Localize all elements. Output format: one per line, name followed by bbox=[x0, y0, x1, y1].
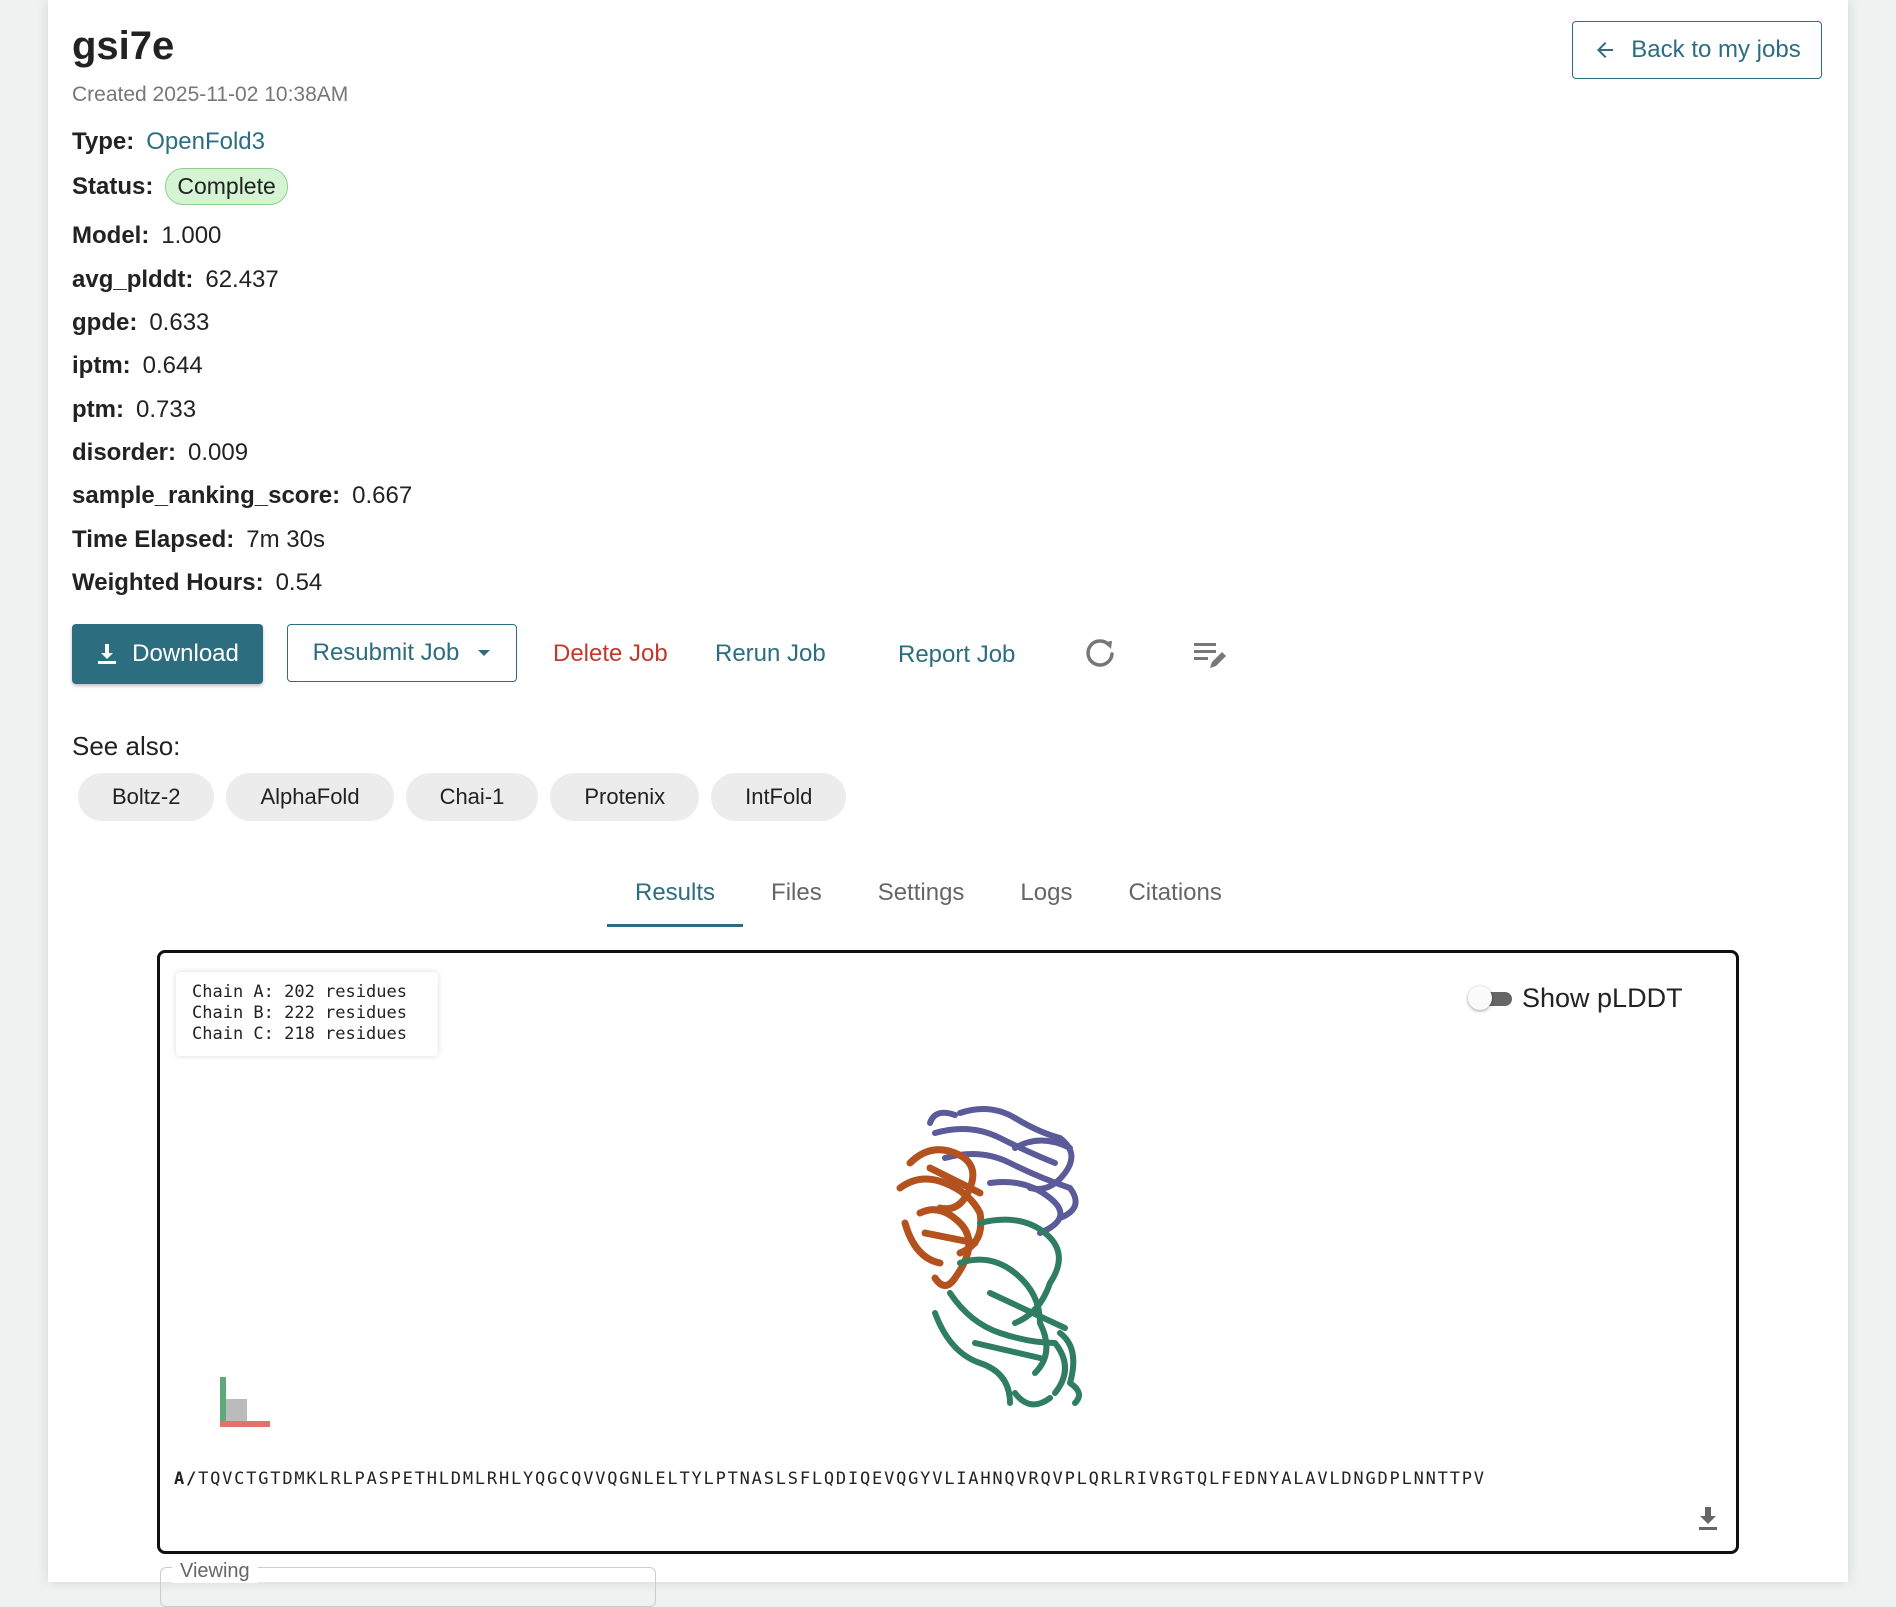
chain-info-box: Chain A: 202 residues Chain B: 222 resid… bbox=[176, 972, 438, 1056]
edit-notes-icon bbox=[1194, 643, 1226, 668]
tab-logs[interactable]: Logs bbox=[992, 862, 1100, 924]
viewing-label: Viewing bbox=[172, 1560, 258, 1583]
page-title: gsi7e bbox=[72, 24, 175, 68]
results-tabs: Results Files Settings Logs Citations bbox=[607, 862, 1250, 927]
ptm-field: ptm: 0.733 bbox=[72, 396, 196, 424]
protein-structure-render[interactable] bbox=[840, 1093, 1140, 1423]
gpde-label: gpde: bbox=[72, 309, 138, 336]
tab-files[interactable]: Files bbox=[743, 862, 850, 924]
gpde-field: gpde: 0.633 bbox=[72, 309, 209, 337]
chain-c-info: Chain C: 218 residues bbox=[192, 1024, 407, 1044]
sequence-residues[interactable]: TQVCTGTDMKLRLPASPETHLDMLRHLYQGCQVVQGNLEL… bbox=[198, 1469, 1486, 1489]
show-plddt-label: Show pLDDT bbox=[1522, 983, 1683, 1013]
disorder-label: disorder: bbox=[72, 439, 177, 466]
time-elapsed-field: Time Elapsed: 7m 30s bbox=[72, 526, 325, 554]
action-bar: Download Resubmit Job Delete Job Rerun J… bbox=[72, 624, 1272, 684]
sequence-download-icon[interactable] bbox=[1696, 1505, 1720, 1531]
structure-viewer[interactable]: Chain A: 202 residues Chain B: 222 resid… bbox=[157, 950, 1739, 1554]
sample-ranking-field: sample_ranking_score: 0.667 bbox=[72, 482, 412, 510]
resubmit-job-button[interactable]: Resubmit Job bbox=[287, 624, 517, 682]
chip-alphafold[interactable]: AlphaFold bbox=[226, 773, 394, 821]
sample-ranking-label: sample_ranking_score: bbox=[72, 482, 341, 509]
rerun-job-button[interactable]: Rerun Job bbox=[715, 640, 826, 668]
tab-settings[interactable]: Settings bbox=[850, 862, 993, 924]
notes-edit-button[interactable] bbox=[1191, 635, 1229, 673]
disorder-field: disorder: 0.009 bbox=[72, 439, 248, 467]
status-label: Status: bbox=[72, 172, 154, 200]
download-button[interactable]: Download bbox=[72, 624, 263, 684]
created-timestamp: Created 2025-11-02 10:38AM bbox=[72, 83, 349, 106]
refresh-icon bbox=[1086, 639, 1114, 667]
delete-job-button[interactable]: Delete Job bbox=[553, 640, 668, 668]
chain-a-info: Chain A: 202 residues bbox=[192, 982, 407, 1002]
chain-b-info: Chain B: 222 residues bbox=[192, 1003, 407, 1023]
download-label: Download bbox=[132, 640, 239, 667]
iptm-value: 0.644 bbox=[142, 352, 203, 379]
type-label: Type: bbox=[72, 128, 135, 155]
toggle-switch[interactable] bbox=[1468, 985, 1512, 1010]
show-plddt-toggle[interactable]: Show pLDDT bbox=[1468, 983, 1683, 1014]
chip-boltz-2[interactable]: Boltz-2 bbox=[78, 773, 215, 821]
sequence-track[interactable]: A/TQVCTGTDMKLRLPASPETHLDMLRHLYQGCQVVQGNL… bbox=[174, 1469, 1714, 1489]
time-elapsed-label: Time Elapsed: bbox=[72, 526, 235, 553]
weighted-hours-field: Weighted Hours: 0.54 bbox=[72, 569, 322, 597]
report-job-button[interactable]: Report Job bbox=[898, 641, 1015, 669]
model-value: 1.000 bbox=[161, 222, 222, 249]
model-field: Model: 1.000 bbox=[72, 222, 221, 250]
back-to-jobs-button[interactable]: Back to my jobs bbox=[1572, 21, 1822, 79]
type-link[interactable]: OpenFold3 bbox=[146, 128, 265, 156]
type-field: Type: OpenFold3 bbox=[72, 128, 265, 156]
gpde-value: 0.633 bbox=[149, 309, 210, 336]
iptm-label: iptm: bbox=[72, 352, 131, 379]
tab-results[interactable]: Results bbox=[607, 862, 744, 927]
chip-protenix[interactable]: Protenix bbox=[550, 773, 700, 821]
toggle-knob bbox=[1468, 985, 1492, 1010]
weighted-hours-value: 0.54 bbox=[275, 569, 323, 596]
see-also-label: See also: bbox=[72, 731, 181, 761]
back-to-jobs-label: Back to my jobs bbox=[1631, 36, 1801, 63]
weighted-hours-label: Weighted Hours: bbox=[72, 569, 264, 596]
refresh-button[interactable] bbox=[1081, 635, 1119, 673]
avg-plddt-field: avg_plddt: 62.437 bbox=[72, 266, 279, 294]
chip-intfold[interactable]: IntFold bbox=[711, 773, 847, 821]
chain-c-ribbon bbox=[932, 1216, 1082, 1408]
time-elapsed-value: 7m 30s bbox=[246, 526, 325, 553]
sample-ranking-value: 0.667 bbox=[352, 482, 413, 509]
model-label: Model: bbox=[72, 222, 150, 249]
status-field: Status: Complete bbox=[72, 168, 288, 205]
see-also-chips: Boltz-2 AlphaFold Chai-1 Protenix IntFol… bbox=[78, 773, 847, 821]
orientation-axes-gizmo bbox=[220, 1377, 270, 1427]
download-icon bbox=[98, 644, 117, 664]
avg-plddt-label: avg_plddt: bbox=[72, 266, 194, 293]
caret-down-icon bbox=[478, 650, 491, 656]
disorder-value: 0.009 bbox=[188, 439, 249, 466]
chip-chai-1[interactable]: Chai-1 bbox=[405, 773, 539, 821]
ptm-label: ptm: bbox=[72, 396, 124, 423]
sequence-chain-prefix: A/ bbox=[174, 1469, 199, 1489]
resubmit-job-label: Resubmit Job bbox=[312, 639, 460, 666]
chain-b-ribbon bbox=[896, 1146, 985, 1289]
tab-citations[interactable]: Citations bbox=[1100, 862, 1249, 924]
avg-plddt-value: 62.437 bbox=[205, 266, 279, 293]
ptm-value: 0.733 bbox=[135, 396, 197, 423]
iptm-field: iptm: 0.644 bbox=[72, 352, 203, 380]
arrow-left-icon bbox=[1597, 42, 1614, 58]
status-badge: Complete bbox=[165, 168, 288, 205]
